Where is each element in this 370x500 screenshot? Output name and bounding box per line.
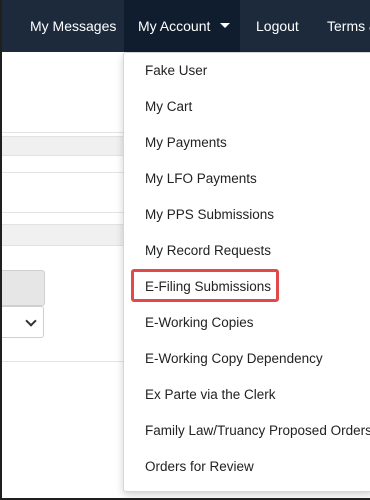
page-panel-header (2, 136, 132, 156)
menu-item-my-lfo-payments[interactable]: My LFO Payments (145, 171, 257, 186)
menu-item-label: Fake User (145, 63, 208, 78)
page-button[interactable] (2, 270, 45, 306)
nav-terms[interactable]: Terms & (327, 0, 370, 52)
menu-item-label: My Record Requests (145, 243, 272, 258)
page-select[interactable] (2, 306, 44, 338)
nav-logout-label: Logout (256, 18, 299, 34)
menu-item-label: Orders for Review (145, 459, 254, 474)
menu-item-fake-user[interactable]: Fake User (145, 63, 207, 78)
menu-item-label: E-Working Copy Dependency (145, 351, 323, 366)
menu-item-my-payments[interactable]: My Payments (145, 135, 227, 150)
menu-item-e-filing-submissions[interactable]: E-Filing Submissions (145, 279, 271, 294)
menu-item-label: My LFO Payments (145, 171, 257, 186)
nav-logout[interactable]: Logout (256, 0, 299, 52)
menu-item-label: My Cart (145, 99, 193, 114)
menu-item-my-record-requests[interactable]: My Record Requests (145, 243, 271, 258)
page-divider (2, 132, 132, 133)
nav-my-messages[interactable]: My Messages (30, 0, 116, 52)
caret-down-icon (220, 22, 231, 28)
page-divider (2, 212, 132, 213)
nav-terms-label: Terms & (327, 18, 370, 34)
menu-item-orders-for-review[interactable]: Orders for Review (145, 459, 254, 474)
top-navbar: My Messages My Account Logout Terms & (2, 0, 370, 52)
menu-item-label: Ex Parte via the Clerk (145, 387, 276, 402)
browser-frame: My Messages My Account Logout Terms & Fa… (0, 0, 370, 500)
menu-item-my-pps-submissions[interactable]: My PPS Submissions (145, 207, 274, 222)
menu-item-label: E-Filing Submissions (145, 279, 272, 294)
my-account-dropdown: Fake User My Cart My Payments My LFO Pay… (123, 52, 370, 492)
menu-item-e-working-copies[interactable]: E-Working Copies (145, 315, 254, 330)
menu-item-label: My PPS Submissions (145, 207, 275, 222)
page-divider (2, 172, 132, 173)
nav-my-account-label: My Account (138, 18, 211, 34)
menu-item-family-law-truancy-proposed-orders[interactable]: Family Law/Truancy Proposed Orders (145, 423, 370, 438)
menu-item-my-cart[interactable]: My Cart (145, 99, 192, 114)
menu-item-label: My Payments (145, 135, 227, 150)
menu-item-e-working-copy-dependency[interactable]: E-Working Copy Dependency (145, 351, 323, 366)
nav-my-messages-label: My Messages (30, 18, 117, 34)
nav-my-account-toggle[interactable]: My Account (124, 0, 240, 52)
page-panel-header (2, 224, 132, 246)
chevron-down-icon (25, 315, 37, 327)
menu-item-label: E-Working Copies (145, 315, 254, 330)
page-divider (2, 361, 132, 362)
menu-item-ex-parte-via-clerk[interactable]: Ex Parte via the Clerk (145, 387, 276, 402)
menu-item-label: Family Law/Truancy Proposed Orders (145, 423, 370, 438)
